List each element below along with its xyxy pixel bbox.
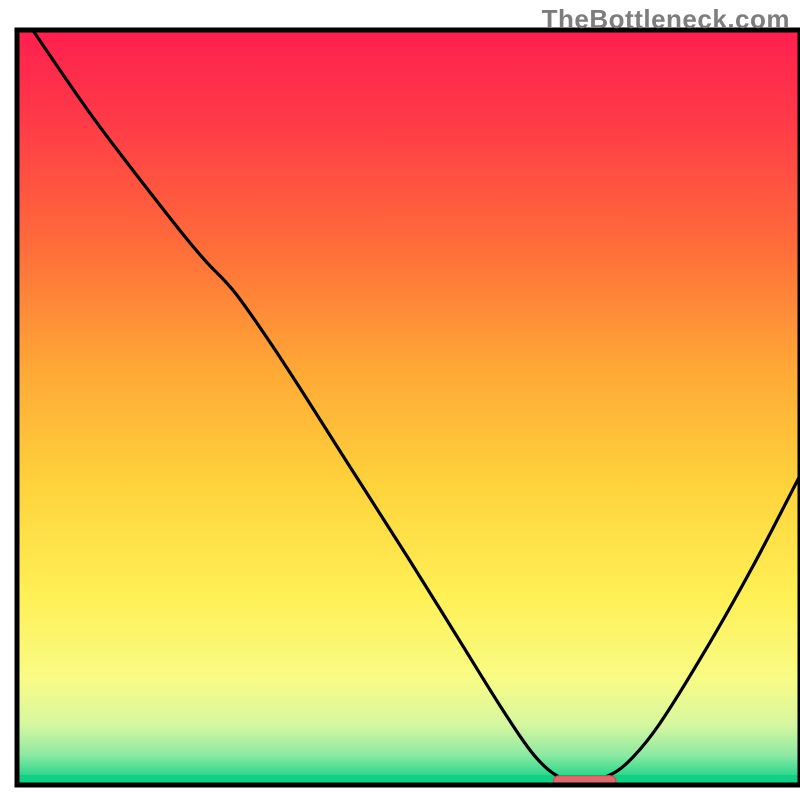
bottleneck-chart	[0, 0, 800, 800]
chart-stage: TheBottleneck.com	[0, 0, 800, 800]
watermark-text: TheBottleneck.com	[542, 4, 790, 35]
plot-background	[17, 30, 800, 785]
